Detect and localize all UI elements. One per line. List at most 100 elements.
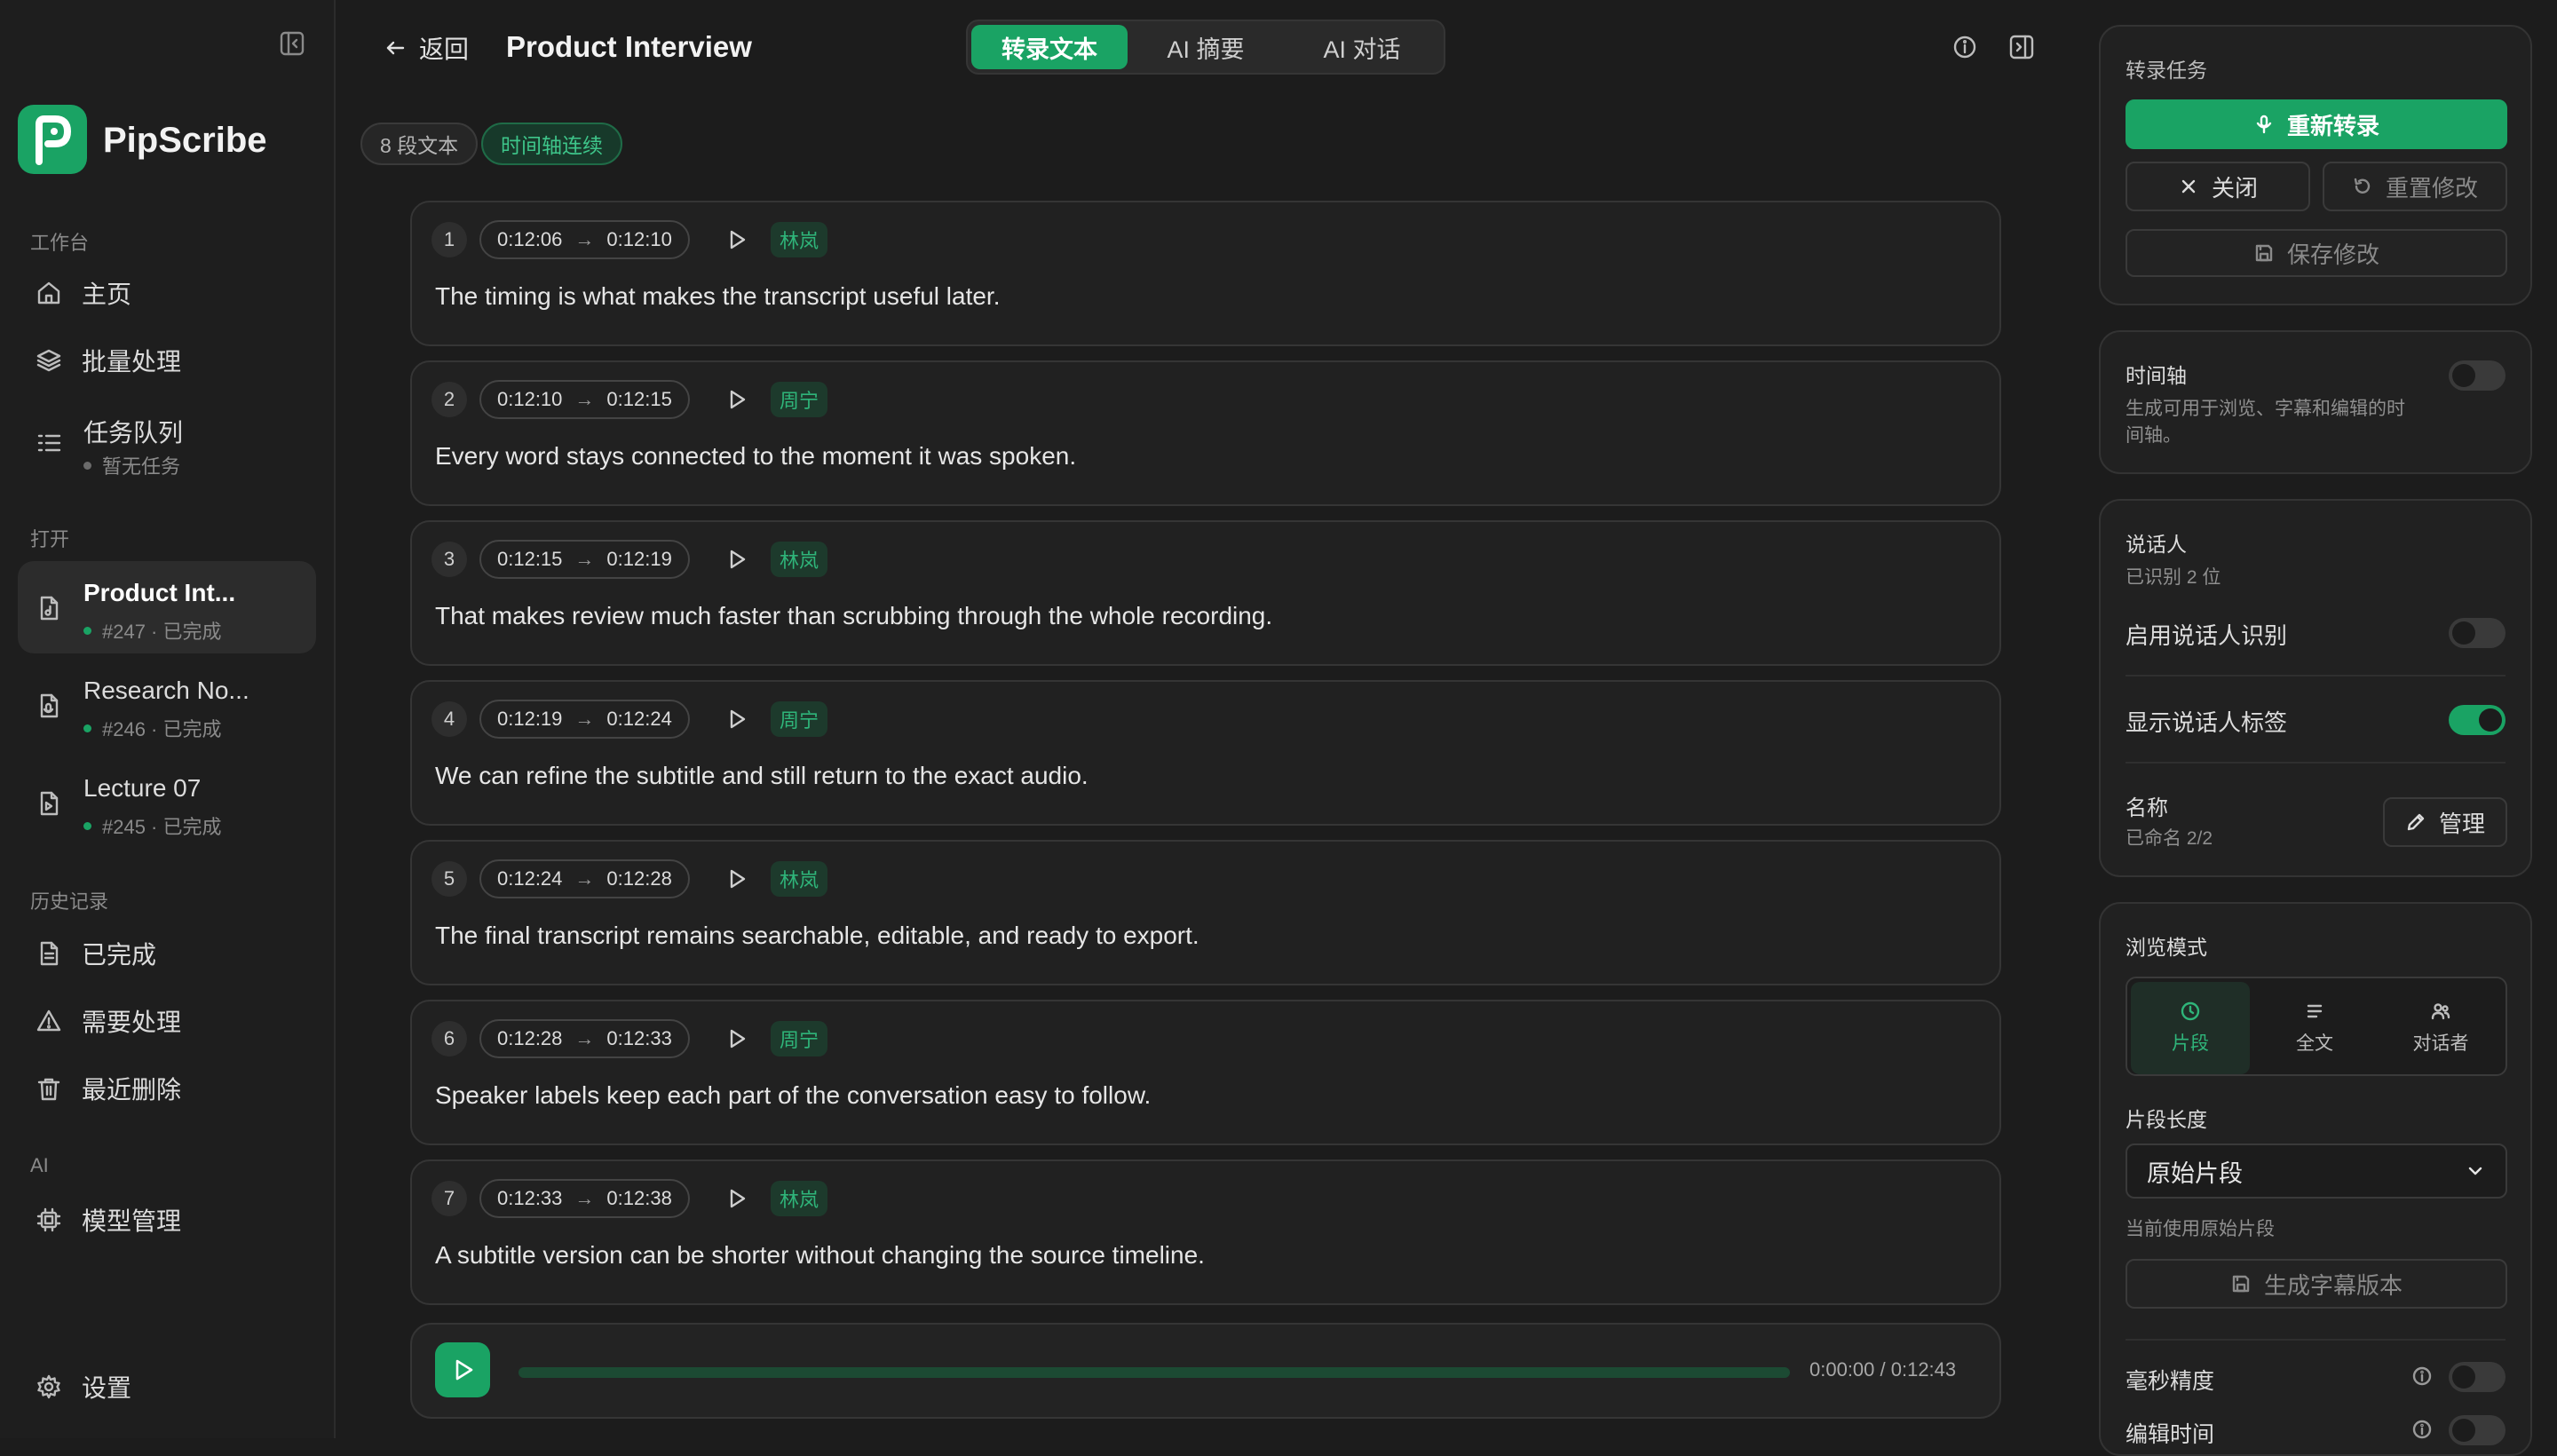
nav-queue[interactable]: 任务队列 暂无任务 [18,396,316,488]
info-icon[interactable] [1951,34,1978,60]
transcript-segment[interactable]: 3 0:12:15 → 0:12:19 林岚 That makes review much… [410,520,2001,666]
open-file-title: Research No... [83,677,249,704]
segment-text[interactable]: The final transcript remains searchable,… [435,922,1199,950]
arrow-right-icon: → [574,388,595,410]
segment-play-icon[interactable] [724,1026,749,1051]
segment-time-range[interactable]: 0:12:24 → 0:12:28 [479,859,690,898]
segment-time-range[interactable]: 0:12:10 → 0:12:15 [479,380,690,419]
app-logo [18,105,87,174]
mode-fulltext[interactable]: 全文 [2255,982,2374,1074]
toggle-panel-icon[interactable] [2008,34,2035,60]
ms-precision-toggle[interactable] [2449,1362,2506,1392]
generate-subtitle-button[interactable]: 生成字幕版本 [2126,1259,2507,1309]
view-mode-title: 浏览模式 [2126,936,2207,959]
transcript-segment[interactable]: 6 0:12:28 → 0:12:33 周宁 Speaker labels keep ea… [410,1000,2001,1145]
segment-start: 0:12:28 [497,1027,563,1049]
segment-start: 0:12:24 [497,867,563,890]
nav-models[interactable]: 模型管理 [18,1193,316,1246]
speaker-tag[interactable]: 林岚 [771,861,828,897]
info-icon[interactable] [2411,1419,2433,1440]
section-ai: AI [30,1154,49,1176]
transcript-segment[interactable]: 2 0:12:10 → 0:12:15 周宁 Every word stays conne… [410,360,2001,506]
timeline-status-badge: 时间轴连续 [481,123,622,165]
segment-length-select[interactable]: 原始片段 [2126,1143,2507,1199]
segment-text[interactable]: Every word stays connected to the moment… [435,442,1076,471]
nav-batch[interactable]: 批量处理 [18,334,316,387]
segment-play-icon[interactable] [724,866,749,891]
info-icon[interactable] [2411,1365,2433,1387]
nav-deleted-label: 最近删除 [82,1076,182,1104]
close-button[interactable]: 关闭 [2126,162,2310,211]
segment-time-range[interactable]: 0:12:06 → 0:12:10 [479,220,690,259]
segment-play-icon[interactable] [724,707,749,732]
speaker-tag[interactable]: 林岚 [771,1181,828,1216]
segment-play-icon[interactable] [724,1186,749,1211]
segment-text[interactable]: Speaker labels keep each part of the con… [435,1081,1151,1110]
segment-play-icon[interactable] [724,547,749,572]
timeline-title: 时间轴 [2126,364,2187,387]
nav-home[interactable]: 主页 [18,266,316,320]
speaker-detection-toggle[interactable] [2449,618,2506,648]
tab-transcript[interactable]: 转录文本 [971,25,1128,69]
segment-time-range[interactable]: 0:12:19 → 0:12:24 [479,700,690,739]
segment-time-range[interactable]: 0:12:28 → 0:12:33 [479,1019,690,1058]
mode-speakers[interactable]: 对话者 [2379,982,2502,1074]
segment-time-range[interactable]: 0:12:15 → 0:12:19 [479,540,690,579]
nav-attention[interactable]: 需要处理 [18,994,316,1048]
segment-play-icon[interactable] [724,227,749,252]
retranscribe-button[interactable]: 重新转录 [2126,99,2507,149]
segment-number: 5 [431,861,467,897]
arrow-right-icon: → [574,228,595,250]
back-button[interactable]: 返回 [382,30,469,66]
speaker-tag[interactable]: 林岚 [771,222,828,257]
text-lines-icon [2307,1004,2323,1018]
mode-segments[interactable]: 片段 [2131,982,2250,1074]
transcript-segment[interactable]: 1 0:12:06 → 0:12:10 林岚 The timing is what mak… [410,201,2001,346]
segment-text[interactable]: A subtitle version can be shorter withou… [435,1241,1205,1270]
segment-text[interactable]: We can refine the subtitle and still ret… [435,762,1089,790]
speaker-tag[interactable]: 周宁 [771,382,828,417]
tab-ai-chat[interactable]: AI 对话 [1284,25,1440,69]
open-file-item[interactable]: Lecture 07 #245 · 已完成 [18,756,316,849]
open-file-item[interactable]: Product Int... #247 · 已完成 [18,561,316,653]
nav-settings[interactable]: 设置 [18,1360,316,1413]
transcript-segment[interactable]: 7 0:12:33 → 0:12:38 林岚 A subtitle version can… [410,1159,2001,1305]
segment-text[interactable]: That makes review much faster than scrub… [435,602,1272,630]
transcript-segment[interactable]: 5 0:12:24 → 0:12:28 林岚 The final transcript r… [410,840,2001,985]
reset-label: 重置修改 [2385,174,2478,202]
manage-speakers-button[interactable]: 管理 [2383,797,2507,847]
open-file-meta: #247 · 已完成 [83,616,222,645]
timeline-toggle[interactable] [2449,360,2506,391]
progress-bar[interactable] [519,1367,1790,1378]
show-speaker-toggle[interactable] [2449,705,2506,735]
app-name: PipScribe [103,121,267,160]
play-button[interactable] [435,1342,490,1397]
edit-time-toggle[interactable] [2449,1415,2506,1445]
segment-length-value: 原始片段 [2147,1159,2243,1187]
open-file-item[interactable]: Research No... #246 · 已完成 [18,659,316,751]
timeline-card: 时间轴 生成可用于浏览、字幕和编辑的时 间轴。 [2099,330,2532,474]
page-title: Product Interview [506,30,752,63]
arrow-right-icon: → [574,1187,595,1209]
speaker-names-label: 名称 [2126,796,2168,820]
speaker-tag[interactable]: 周宁 [771,701,828,737]
nav-completed[interactable]: 已完成 [18,927,316,980]
segment-number: 3 [431,542,467,577]
segment-play-icon[interactable] [724,387,749,412]
save-button[interactable]: 保存修改 [2126,229,2507,277]
timeline-desc-2: 间轴。 [2126,425,2181,446]
collapse-sidebar-icon[interactable] [279,30,305,57]
pencil-icon [2407,813,2425,831]
segment-time-range[interactable]: 0:12:33 → 0:12:38 [479,1179,690,1218]
reset-button[interactable]: 重置修改 [2323,162,2507,211]
speaker-tag[interactable]: 林岚 [771,542,828,577]
divider [2126,675,2506,677]
segment-text[interactable]: The timing is what makes the transcript … [435,282,1001,311]
speaker-tag[interactable]: 周宁 [771,1021,828,1056]
home-icon [37,281,60,305]
transcript-segment[interactable]: 4 0:12:19 → 0:12:24 周宁 We can refine the subt… [410,680,2001,826]
nav-deleted[interactable]: 最近删除 [18,1062,316,1115]
segment-number: 6 [431,1021,467,1056]
tab-ai-summary[interactable]: AI 摘要 [1128,25,1284,69]
segment-end: 0:12:15 [606,388,672,410]
